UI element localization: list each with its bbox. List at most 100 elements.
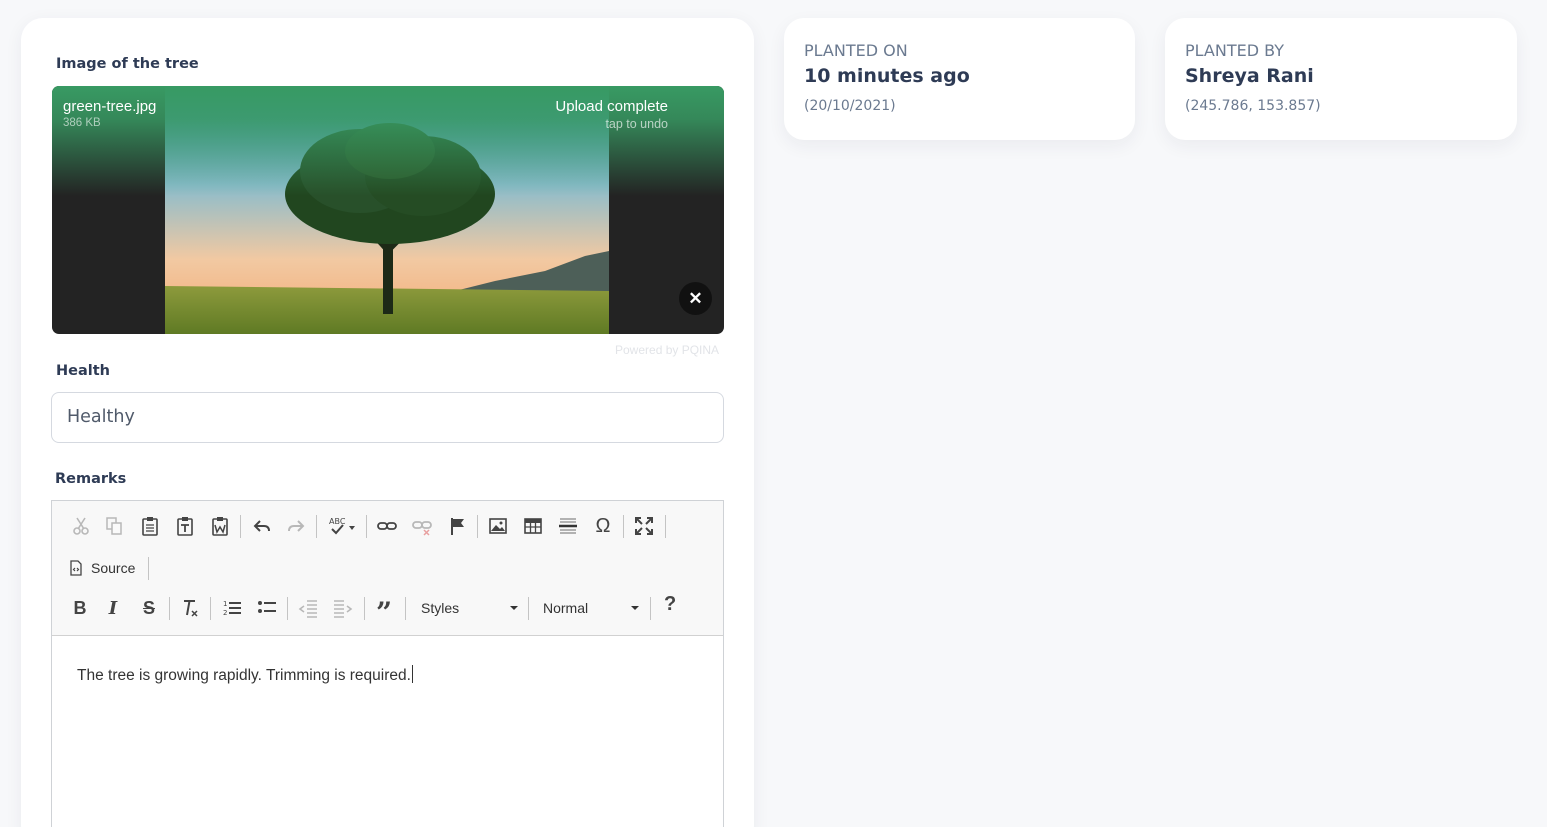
toolbar-separator [405,597,406,620]
italic-button[interactable]: I [98,593,128,623]
copy-icon [106,517,122,535]
unlink-icon [412,521,432,536]
help-button[interactable]: ? [664,593,676,616]
quote-icon: ” [375,599,393,617]
paste-text-icon [177,517,193,536]
indent-button[interactable] [328,593,358,623]
upload-status: Upload complete [555,98,668,115]
horizontal-line-button[interactable] [553,511,583,541]
file-name: green-tree.jpg [63,98,157,115]
bold-button[interactable]: B [65,593,95,623]
chevron-down-icon [510,606,518,610]
numbered-list-button[interactable]: 12 [217,593,247,623]
planted-by-coordinates: (245.786, 153.857) [1185,98,1321,114]
toolbar-separator [528,597,529,620]
remove-image-button[interactable]: ✕ [679,282,712,315]
image-button[interactable] [483,511,513,541]
undo-button[interactable] [247,511,277,541]
planted-by-title: PLANTED BY [1185,41,1285,60]
strikethrough-button[interactable]: S [134,593,164,623]
image-icon [489,518,507,534]
redo-icon [288,520,305,532]
toolbar-separator [240,515,241,538]
format-dropdown[interactable]: Normal [543,595,639,621]
health-input[interactable]: Healthy [51,392,724,443]
special-char-button[interactable]: Ω [588,511,618,541]
blockquote-button[interactable]: ” [369,593,399,623]
bold-icon: B [73,597,87,618]
planted-on-value: 10 minutes ago [804,65,970,87]
undo-icon [253,520,270,532]
clipboard-icon [142,517,158,536]
outdent-icon [298,600,317,618]
link-icon [377,522,397,530]
remarks-content[interactable]: The tree is growing rapidly. Trimming is… [77,665,413,685]
toolbar-separator [210,597,211,620]
planted-on-card: PLANTED ON 10 minutes ago (20/10/2021) [784,18,1135,140]
planted-by-card: PLANTED BY Shreya Rani (245.786, 153.857… [1165,18,1517,140]
toolbar-separator [366,515,367,538]
remarks-text: The tree is growing rapidly. Trimming is… [77,667,411,684]
health-label: Health [56,363,110,379]
toolbar-separator [148,557,149,580]
flag-icon [451,518,464,535]
toolbar-separator [169,597,170,620]
remarks-editor[interactable]: ABC Ω Source B I S 1 2 ” Styles Normal ?… [51,500,724,827]
toolbar-separator [665,515,666,538]
toolbar-separator [650,597,651,620]
paste-button[interactable] [135,511,165,541]
strikethrough-icon: S [142,597,155,618]
bulleted-list-button[interactable] [252,593,282,623]
spellcheck-icon: ABC [329,517,355,535]
italic-icon: I [108,597,118,619]
toolbar-separator [477,515,478,538]
spellcheck-button[interactable]: ABC [324,511,360,541]
svg-text:1: 1 [223,600,227,608]
toolbar-separator [364,597,365,620]
image-upload-panel[interactable]: green-tree.jpg 386 KB Upload complete ta… [52,86,724,334]
paste-text-button[interactable] [170,511,200,541]
numbered-list-icon: 12 [223,600,241,617]
powered-by-label: Powered by PQINA [615,343,720,357]
styles-dropdown[interactable]: Styles [421,595,518,621]
editor-toolbar: ABC Ω Source B I S 1 2 ” Styles Normal ? [52,501,723,636]
toolbar-separator [316,515,317,538]
paste-word-button[interactable] [205,511,235,541]
copy-button[interactable] [99,511,129,541]
horizontal-line-icon [559,518,577,534]
source-label: Source [91,560,136,576]
indent-icon [334,600,353,618]
unlink-button[interactable] [407,511,437,541]
table-icon [524,518,542,534]
chevron-down-icon [631,606,639,610]
remove-format-button[interactable] [175,593,205,623]
anchor-button[interactable] [443,511,473,541]
close-icon: ✕ [688,289,703,308]
remove-format-icon [184,600,198,617]
maximize-button[interactable] [629,511,659,541]
remarks-label: Remarks [55,471,127,487]
source-icon [70,560,82,576]
scissors-icon [73,517,89,535]
redo-button[interactable] [281,511,311,541]
outdent-button[interactable] [293,593,323,623]
bulleted-list-icon [258,601,276,613]
styles-label: Styles [421,600,460,616]
svg-text:2: 2 [223,609,227,617]
undo-upload-link[interactable]: tap to undo [605,117,668,131]
text-cursor [411,665,413,683]
paste-word-icon [212,517,228,536]
link-button[interactable] [372,511,402,541]
cut-button[interactable] [66,511,96,541]
table-button[interactable] [518,511,548,541]
image-label: Image of the tree [56,56,199,72]
tree-form-card: Image of the tree green-tree.jpg 386 KB … [21,18,754,827]
planted-on-date: (20/10/2021) [804,98,896,114]
toolbar-separator [623,515,624,538]
planted-by-name: Shreya Rani [1185,65,1314,87]
format-label: Normal [543,600,589,616]
maximize-icon [635,517,653,535]
source-button[interactable]: Source [68,555,135,581]
help-icon: ? [664,593,677,615]
toolbar-separator [287,597,288,620]
